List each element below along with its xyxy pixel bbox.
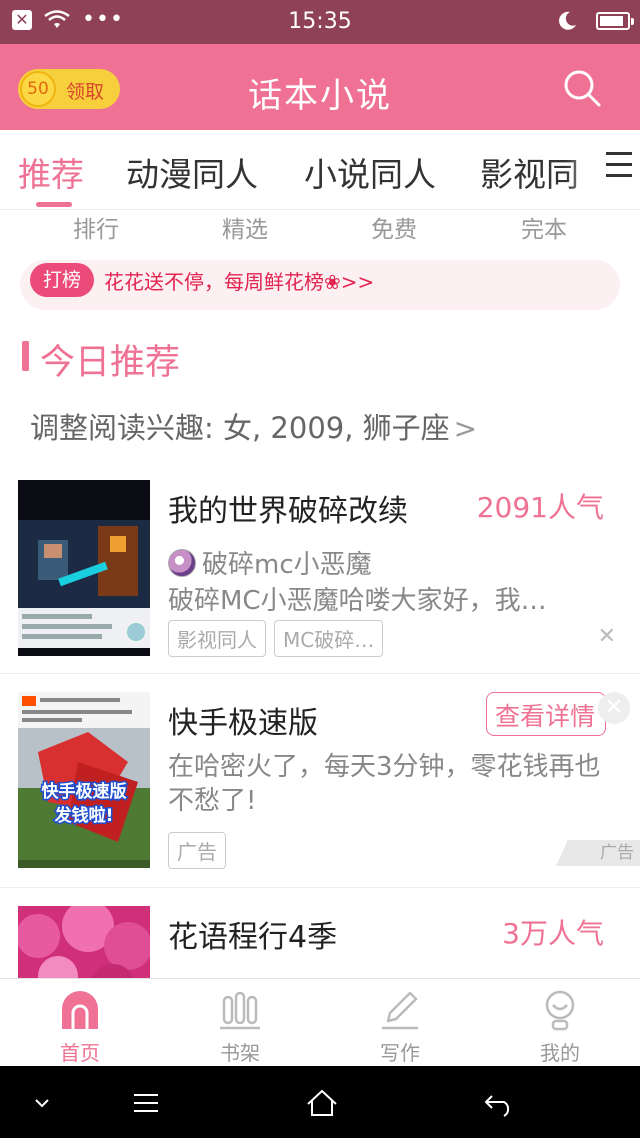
status-time: 15:35 (288, 9, 352, 34)
section-accent-bar (22, 341, 29, 371)
sub-tabs: 排行 精选 免费 完本 (0, 210, 640, 250)
app-header: 50 领取 话本小说 (0, 44, 640, 130)
book-cover (18, 906, 150, 978)
sub-tab-free[interactable]: 免费 (334, 210, 454, 244)
flower-ranking-banner[interactable]: 打榜 花花送不停，每周鲜花榜❀>> (20, 260, 620, 310)
section-title: 今日推荐 (40, 343, 181, 383)
chevron-down-icon[interactable] (22, 1088, 62, 1118)
tag[interactable]: MC破碎… (274, 620, 384, 657)
ad-tag: 广告 (168, 832, 226, 869)
book-description: 破碎MC小恶魔哈喽大家好，我… (168, 586, 547, 616)
menu-icon[interactable] (126, 1088, 166, 1118)
sub-tab-completed[interactable]: 完本 (484, 210, 604, 244)
popularity-count: 2091人气 (476, 491, 604, 524)
battery-icon (596, 12, 634, 30)
category-tabs: 推荐 动漫同人 小说同人 影视同 (0, 130, 640, 210)
close-ad-icon[interactable]: ✕ (598, 692, 630, 724)
nav-profile[interactable]: 我的 (520, 987, 600, 1066)
tag-list: 广告 (168, 832, 226, 869)
book-title: 花语程行4季 (168, 920, 338, 955)
pencil-icon (382, 991, 418, 1030)
adjust-interest-link[interactable]: 调整阅读兴趣: 女, 2009, 狮子座 > (30, 405, 477, 447)
nav-label: 书架 (220, 1041, 260, 1065)
tab-recommend[interactable]: 推荐 (18, 148, 84, 196)
system-nav-bar (0, 1066, 640, 1138)
chevron-right-icon: > (453, 412, 478, 445)
avatar (168, 548, 196, 577)
list-item[interactable]: 花语程行4季 3万人气 (0, 888, 640, 978)
bookshelf-icon (220, 991, 260, 1030)
sub-tab-ranking[interactable]: 排行 (36, 210, 156, 244)
interest-text: 调整阅读兴趣: 女, 2009, 狮子座 (30, 411, 450, 445)
banner-badge: 打榜 (30, 263, 94, 297)
tag[interactable]: 影视同人 (168, 620, 266, 657)
ad-title: 快手极速版 (168, 706, 318, 741)
profile-icon (545, 990, 575, 1031)
tab-anime-fanfic[interactable]: 动漫同人 (126, 148, 258, 196)
nav-write[interactable]: 写作 (360, 987, 440, 1066)
ad-description: 在哈密火了，每天3分钟，零花钱再也不愁了! (168, 752, 601, 816)
dismiss-icon[interactable]: ✕ (598, 624, 616, 649)
list-item[interactable]: 我的世界破碎改续 2091人气 破碎mc小恶魔 破碎MC小恶魔哈喽大家好，我… … (0, 478, 640, 674)
back-icon[interactable] (478, 1088, 518, 1118)
ad-thumb-caption: 快手极速版 发钱啦! (40, 781, 128, 828)
popularity-count: 3万人气 (502, 917, 604, 950)
ad-list-item[interactable]: 快手极速版 发钱啦! 快手极速版 查看详情 ✕ 在哈密火了，每天3分钟，零花钱再… (0, 674, 640, 888)
tab-film-fanfic[interactable]: 影视同 (480, 148, 579, 196)
banner-text: 花花送不停，每周鲜花榜❀>> (104, 270, 375, 294)
active-tab-indicator (36, 202, 72, 207)
tag-list: 影视同人 MC破碎… (168, 620, 384, 657)
home-icon (62, 991, 98, 1029)
author-name: 破碎mc小恶魔 (202, 550, 372, 580)
search-icon[interactable] (562, 68, 602, 108)
nav-label: 我的 (540, 1041, 580, 1065)
recommend-feed: 我的世界破碎改续 2091人气 破碎mc小恶魔 破碎MC小恶魔哈喽大家好，我… … (0, 478, 640, 978)
book-title: 我的世界破碎改续 (168, 494, 408, 529)
app-title: 话本小说 (248, 76, 392, 116)
sub-tab-featured[interactable]: 精选 (185, 210, 305, 244)
home-button-icon[interactable] (302, 1088, 342, 1118)
category-menu-icon[interactable] (606, 152, 632, 182)
tab-novel-fanfic[interactable]: 小说同人 (304, 148, 436, 196)
nav-home[interactable]: 首页 (40, 987, 120, 1066)
bottom-nav: 首页 书架 写作 我的 (0, 978, 640, 1066)
book-cover (18, 480, 150, 656)
status-bar: ✕ ••• 15:35 (0, 0, 640, 44)
ad-mark-badge: 广告 (556, 840, 640, 866)
view-details-button[interactable]: 查看详情 (486, 692, 606, 736)
nav-bookshelf[interactable]: 书架 (200, 987, 280, 1066)
moon-icon (559, 11, 576, 30)
nav-label: 首页 (60, 1041, 100, 1065)
author-row: 破碎mc小恶魔 (168, 544, 372, 581)
nav-label: 写作 (380, 1041, 420, 1065)
ad-thumbnail: 快手极速版 发钱啦! (18, 692, 150, 868)
